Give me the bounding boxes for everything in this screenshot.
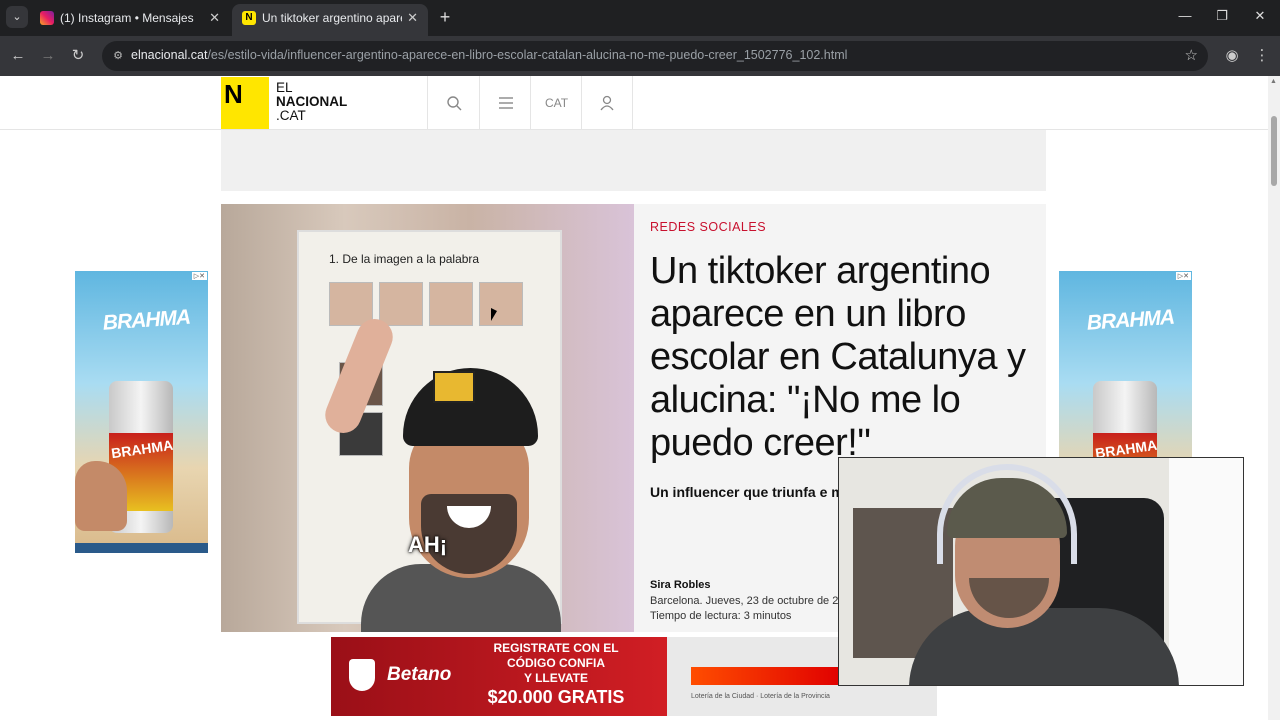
new-tab-button[interactable]: +	[434, 6, 456, 28]
profile-icon[interactable]: ◉	[1222, 46, 1242, 66]
club-crest-icon	[349, 659, 375, 691]
minimize-icon[interactable]: —	[1175, 8, 1195, 23]
headset-icon	[937, 464, 1077, 564]
browser-nav-bar: ← → ↻ ⚙ elnacional.cat/es/estilo-vida/in…	[0, 36, 1280, 76]
ad-brand: BRAHMA	[102, 305, 191, 335]
maximize-icon[interactable]: ❐	[1212, 8, 1232, 24]
book-page-title: 1. De la imagen a la palabra	[329, 252, 480, 266]
book-thumbnail	[429, 282, 473, 326]
site-info-icon[interactable]: ⚙	[110, 48, 126, 64]
hand-image	[75, 461, 127, 531]
logo-line-2: NACIONAL	[276, 94, 348, 109]
tab-title: (1) Instagram • Mensajes	[60, 11, 194, 25]
browser-tab-bar: ⌄ (1) Instagram • Mensajes ✕ N Un tiktok…	[0, 0, 1280, 36]
top-ad-placeholder	[221, 130, 1046, 191]
ad-brand: BRAHMA	[1086, 305, 1175, 335]
close-icon[interactable]: ✕	[209, 4, 220, 32]
article-section[interactable]: REDES SOCIALES	[650, 220, 766, 234]
side-ad-left[interactable]: ▷✕ BRAHMA BRAHMA	[75, 271, 208, 553]
instagram-icon	[40, 11, 54, 25]
article-image[interactable]: 1. De la imagen a la palabra AH¡	[221, 204, 634, 632]
tab-title: Un tiktoker argentino aparece e	[262, 11, 402, 25]
promo-line-3: Y LLEVATE	[523, 671, 588, 685]
back-icon[interactable]: ←	[8, 46, 28, 66]
forward-icon[interactable]: →	[38, 46, 58, 66]
site-header: N EL NACIONAL .CAT CAT	[0, 76, 1268, 130]
site-logo[interactable]: N	[221, 77, 269, 129]
reload-icon[interactable]: ↻	[68, 46, 88, 66]
url-text: elnacional.cat/es/estilo-vida/influencer…	[131, 48, 847, 62]
promo-amount: $20.000 GRATIS	[487, 687, 625, 707]
article-headline: Un tiktoker argentino aparece en un libr…	[650, 250, 1026, 464]
hamburger-menu-icon[interactable]	[479, 76, 531, 130]
book-thumbnail	[379, 282, 423, 326]
promo-line-1: REGISTRATE CON EL	[493, 641, 619, 655]
url-path: /es/estilo-vida/influencer-argentino-apa…	[207, 48, 848, 62]
scroll-thumb[interactable]	[1271, 116, 1277, 186]
betano-promo: REGISTRATE CON EL CÓDIGO CONFIA Y LLEVAT…	[481, 641, 631, 708]
ad-footer	[75, 543, 208, 553]
bookmark-star-icon[interactable]: ☆	[1185, 46, 1198, 64]
logo-line-3: .CAT	[276, 108, 306, 123]
promo-line-2: CÓDIGO CONFIA	[507, 656, 605, 670]
page-scrollbar[interactable]: ▲	[1268, 76, 1280, 720]
search-icon[interactable]	[427, 76, 479, 130]
scroll-up-icon[interactable]: ▲	[1270, 78, 1277, 85]
mouse-cursor	[491, 308, 497, 321]
tab-search-button[interactable]: ⌄	[6, 6, 28, 28]
article-author[interactable]: Sira Robles	[650, 579, 711, 591]
betano-banner: Betano REGISTRATE CON EL CÓDIGO CONFIA Y…	[331, 637, 667, 716]
tab-instagram[interactable]: (1) Instagram • Mensajes ✕	[30, 4, 230, 32]
close-icon[interactable]: ✕	[407, 4, 418, 32]
promo-stripe	[691, 667, 841, 685]
article-reading-time: Tiempo de lectura: 3 minutos	[650, 610, 792, 622]
webcam-window	[1169, 458, 1243, 685]
url-domain: elnacional.cat	[131, 48, 208, 62]
article-meta: Barcelona. Jueves, 23 de octubre de 202 …	[650, 594, 851, 624]
window-close-icon[interactable]: ✕	[1250, 8, 1270, 24]
logo-line-1: EL	[276, 80, 293, 95]
webcam-person-body	[909, 608, 1179, 685]
article-dateline: Barcelona. Jueves, 23 de octubre de 202	[650, 595, 851, 607]
logo-letter: N	[224, 79, 243, 109]
address-bar[interactable]: ⚙ elnacional.cat/es/estilo-vida/influenc…	[102, 41, 1208, 71]
adchoices-icon[interactable]: ▷✕	[191, 272, 207, 280]
language-toggle[interactable]: CAT	[530, 76, 582, 130]
video-caption: AH¡	[408, 532, 448, 557]
betano-logo: Betano	[387, 664, 452, 685]
user-icon[interactable]	[581, 76, 633, 130]
cap-patch	[433, 371, 475, 403]
promo-legal: Lotería de la Ciudad · Lotería de la Pro…	[691, 693, 830, 700]
menu-kebab-icon[interactable]: ⋮	[1252, 46, 1272, 66]
adchoices-icon[interactable]: ▷✕	[1175, 272, 1191, 280]
webcam-overlay	[838, 457, 1244, 686]
elnacional-icon: N	[242, 11, 256, 25]
logo-wordmark[interactable]: EL NACIONAL .CAT	[276, 81, 347, 123]
book-thumbnail	[479, 282, 523, 326]
tab-elnacional[interactable]: N Un tiktoker argentino aparece e ✕	[232, 4, 428, 36]
can-label: BRAHMA	[110, 436, 175, 462]
